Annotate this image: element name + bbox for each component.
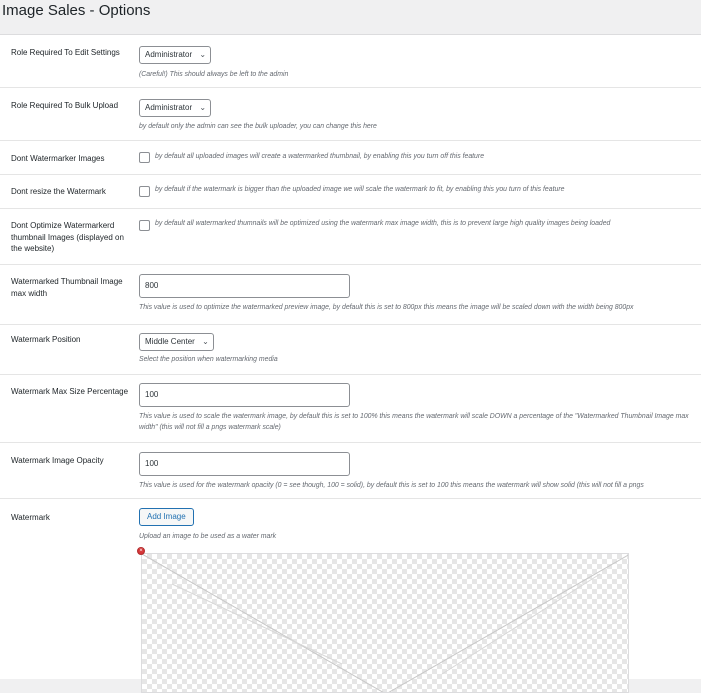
opacity-label: Watermark Image Opacity	[11, 456, 104, 465]
remove-icon[interactable]: ×	[137, 547, 145, 555]
role-edit-desc: (Careful!) This should always be left to…	[139, 71, 289, 78]
role-edit-select[interactable]: Administrator ⌄	[139, 46, 212, 64]
row-role-bulk: Role Required To Bulk Upload Administrat…	[0, 88, 701, 141]
row-opacity: Watermark Image Opacity 100 This value i…	[0, 443, 701, 499]
role-edit-value: Administrator	[145, 50, 193, 59]
opacity-desc: This value is used for the watermark opa…	[139, 482, 644, 489]
no-watermark-checkbox[interactable]	[139, 152, 150, 163]
position-desc: Select the position when watermarking me…	[139, 356, 278, 363]
row-thumb-width: Watermarked Thumbnail Image max width 80…	[0, 265, 701, 325]
position-value: Middle Center	[145, 337, 195, 346]
no-watermark-label: Dont Watermarker Images	[11, 154, 105, 163]
max-size-desc: This value is used to scale the watermar…	[139, 413, 689, 431]
position-select[interactable]: Middle Center ⌄	[139, 333, 214, 351]
watermark-label: Watermark	[11, 513, 50, 522]
role-bulk-desc: by default only the admin can see the bu…	[139, 123, 377, 130]
role-bulk-label: Role Required To Bulk Upload	[11, 101, 119, 110]
no-watermark-desc: by default all uploaded images will crea…	[155, 153, 485, 160]
row-no-watermark: Dont Watermarker Images by default all u…	[0, 141, 701, 175]
chevron-down-icon: ⌄	[202, 337, 209, 346]
opacity-input[interactable]: 100	[139, 452, 350, 476]
max-size-label: Watermark Max Size Percentage	[11, 387, 129, 396]
role-bulk-select[interactable]: Administrator ⌄	[139, 99, 212, 117]
no-optimize-checkbox[interactable]	[139, 220, 150, 231]
no-resize-desc: by default if the watermark is bigger th…	[155, 186, 565, 193]
thumb-width-desc: This value is used to optimize the water…	[139, 304, 634, 311]
row-role-edit: Role Required To Edit Settings Administr…	[0, 35, 701, 88]
row-max-size: Watermark Max Size Percentage 100 This v…	[0, 375, 701, 443]
row-position: Watermark Position Middle Center ⌄ Selec…	[0, 325, 701, 375]
chevron-down-icon: ⌄	[199, 50, 207, 59]
chevron-down-icon: ⌄	[199, 103, 207, 112]
watermark-preview-image	[142, 554, 628, 692]
row-no-resize: Dont resize the Watermark by default if …	[0, 175, 701, 209]
thumb-width-input[interactable]: 800	[139, 274, 350, 298]
max-size-input[interactable]: 100	[139, 383, 350, 407]
role-edit-label: Role Required To Edit Settings	[11, 48, 120, 57]
row-no-optimize: Dont Optimize Watermarkerd thumbnail Ima…	[0, 209, 701, 265]
watermark-desc: Upload an image to be used as a water ma…	[139, 533, 277, 540]
position-label: Watermark Position	[11, 335, 81, 344]
add-image-button[interactable]: Add Image	[139, 508, 194, 526]
no-resize-checkbox[interactable]	[139, 186, 150, 197]
thumb-width-label: Watermarked Thumbnail Image max width	[11, 277, 123, 298]
no-optimize-desc: by default all watermarked thumnails wil…	[155, 220, 611, 227]
no-optimize-label: Dont Optimize Watermarkerd thumbnail Ima…	[11, 221, 124, 253]
no-resize-label: Dont resize the Watermark	[11, 187, 106, 196]
role-bulk-value: Administrator	[145, 103, 193, 112]
page-title: Image Sales - Options	[2, 2, 151, 19]
watermark-preview	[141, 553, 629, 693]
